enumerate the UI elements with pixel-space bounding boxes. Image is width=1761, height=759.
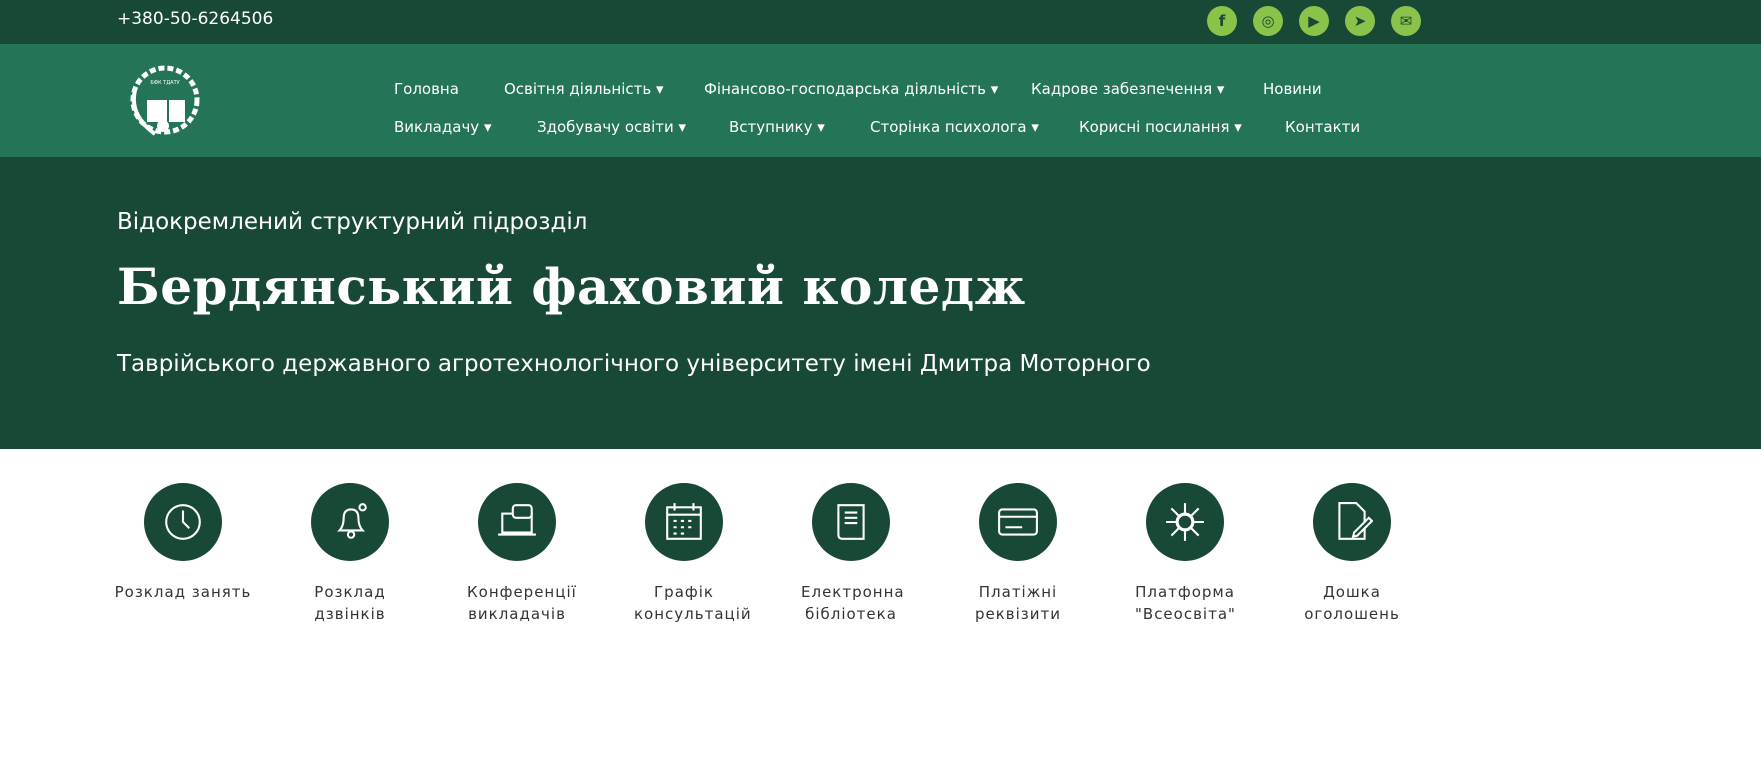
chevron-down-icon: ▾	[812, 118, 825, 136]
menu-item[interactable]: Сторінка психолога ▾	[870, 118, 1039, 136]
menu-item[interactable]: Кадрове забезпечення ▾	[1031, 80, 1224, 98]
menu-item[interactable]: Корисні посилання ▾	[1079, 118, 1242, 136]
hero-tagline: Таврійського державного агротехнологічно…	[117, 351, 1151, 377]
quick-links: Розклад занять Розклад дзвінків Конференці…	[0, 449, 1761, 759]
quick-link-label[interactable]: Платіжні реквізити	[938, 581, 1098, 625]
icon-circle[interactable]	[1313, 483, 1391, 561]
menu-item[interactable]: Головна	[394, 80, 459, 98]
quick-link-label[interactable]: Платформа "Всеосвіта"	[1105, 581, 1265, 625]
menu-item-label: Головна	[394, 80, 459, 98]
menu-item-label: Контакти	[1285, 118, 1361, 136]
svg-text:БФК ТДАТУ: БФК ТДАТУ	[150, 80, 179, 86]
menu-item[interactable]: Контакти	[1285, 118, 1360, 136]
quick-link-tile[interactable]: Конференції викладачів	[437, 483, 597, 625]
hero-banner: Відокремлений структурний підрозділ Берд…	[0, 157, 1761, 449]
menu-item-label: Кадрове забезпечення	[1031, 80, 1213, 98]
calendar-icon	[666, 503, 702, 540]
quick-link-label[interactable]: Розклад дзвінків	[270, 581, 430, 625]
quick-link-tile[interactable]: Платформа "Всеосвіта"	[1105, 483, 1265, 625]
menu-item-label: Викладачу	[394, 118, 480, 136]
menu-item[interactable]: Фінансово-господарська діяльність ▾	[704, 80, 998, 98]
credit-card-icon	[998, 508, 1038, 536]
quick-link-label[interactable]: Електронна бібліотека	[771, 581, 931, 625]
social-links: f ◎ ▶ ➤ ✉	[1207, 6, 1421, 36]
icon-circle[interactable]	[311, 483, 389, 561]
icon-circle[interactable]	[478, 483, 556, 561]
chevron-down-icon: ▾	[1229, 118, 1242, 136]
menu-item[interactable]: Освітня діяльність ▾	[504, 80, 664, 98]
menu-item[interactable]: Викладачу ▾	[394, 118, 492, 136]
menu-item[interactable]: Здобувачу освіти ▾	[537, 118, 686, 136]
quick-link-tile[interactable]: Платіжні реквізити	[938, 483, 1098, 625]
youtube-icon[interactable]: ▶	[1299, 6, 1329, 36]
snowflake-icon	[1166, 503, 1204, 541]
menu-item-label: Новини	[1263, 80, 1322, 98]
facebook-icon[interactable]: f	[1207, 6, 1237, 36]
college-logo[interactable]: БФК ТДАТУ	[125, 60, 203, 140]
quick-link-label[interactable]: Дошка оголошень	[1272, 581, 1432, 625]
quick-link-label[interactable]: Розклад занять	[103, 581, 263, 603]
clock-icon	[165, 504, 201, 540]
quick-link-label[interactable]: Графік консультацій	[604, 581, 764, 625]
hero-subtitle: Відокремлений структурний підрозділ	[117, 209, 588, 235]
quick-link-tile[interactable]: Розклад дзвінків	[270, 483, 430, 625]
icon-circle[interactable]	[1146, 483, 1224, 561]
icon-circle[interactable]	[645, 483, 723, 561]
menu-item-label: Фінансово-господарська діяльність	[704, 80, 987, 98]
quick-link-label[interactable]: Конференції викладачів	[437, 581, 597, 625]
laptop-chat-icon	[498, 504, 536, 536]
menu-item-label: Здобувачу освіти	[537, 118, 674, 136]
menu-item[interactable]: Новини	[1263, 80, 1322, 98]
chevron-down-icon: ▾	[479, 118, 492, 136]
menu-item-label: Вступнику	[729, 118, 813, 136]
book-icon	[837, 504, 865, 540]
menu-item-label: Сторінка психолога	[870, 118, 1027, 136]
chevron-down-icon: ▾	[986, 80, 999, 98]
menu-item-label: Корисні посилання	[1079, 118, 1230, 136]
icon-circle[interactable]	[812, 483, 890, 561]
instagram-icon[interactable]: ◎	[1253, 6, 1283, 36]
chevron-down-icon: ▾	[1212, 80, 1225, 98]
top-bar: +380-50-6264506 f ◎ ▶ ➤ ✉	[0, 0, 1761, 44]
chevron-down-icon: ▾	[651, 80, 664, 98]
chevron-down-icon: ▾	[1026, 118, 1039, 136]
quick-link-tile[interactable]: Графік консультацій	[604, 483, 764, 625]
icon-circle[interactable]	[979, 483, 1057, 561]
icon-circle[interactable]	[144, 483, 222, 561]
menu-item[interactable]: Вступнику ▾	[729, 118, 825, 136]
document-edit-icon	[1338, 502, 1373, 540]
hero-title: Бердянський фаховий коледж	[117, 257, 1026, 316]
quick-link-tile[interactable]: Електронна бібліотека	[771, 483, 931, 625]
email-icon[interactable]: ✉	[1391, 6, 1421, 36]
phone-number[interactable]: +380-50-6264506	[117, 9, 273, 29]
chevron-down-icon: ▾	[673, 118, 687, 136]
main-nav: БФК ТДАТУ Головна Освітня діяльність ▾ Фін…	[0, 44, 1761, 157]
menu-item-label: Освітня діяльність	[504, 80, 652, 98]
quick-link-tile[interactable]: Розклад занять	[103, 483, 263, 603]
bell-icon	[336, 503, 367, 539]
quick-link-tile[interactable]: Дошка оголошень	[1272, 483, 1432, 625]
telegram-icon[interactable]: ➤	[1345, 6, 1375, 36]
